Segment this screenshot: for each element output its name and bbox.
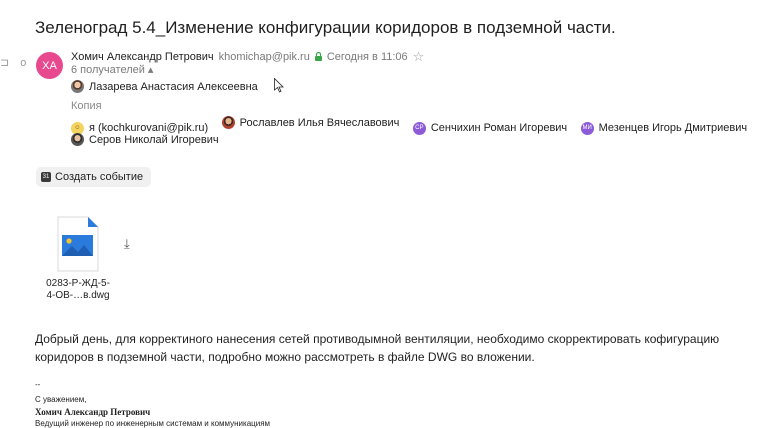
attachment-name-line1: 0283-Р-ЖД-5- <box>46 278 110 289</box>
recipient-chip[interactable]: Серов Николай Игоревич <box>71 133 219 146</box>
star-icon[interactable]: ☆ <box>413 49 425 65</box>
copy-label: Копия <box>71 100 102 112</box>
email-date: Сегодня в 11:06 <box>326 51 408 63</box>
create-event-button[interactable]: 31 Создать событие <box>36 167 152 187</box>
download-icon[interactable]: ⤓ <box>124 236 130 252</box>
sender-initials: ХА <box>42 59 57 72</box>
calendar-icon: 31 <box>41 172 51 182</box>
email-subject: Зеленоград 5.4_Изменение конфигурации ко… <box>35 18 616 37</box>
mouse-cursor-icon <box>274 77 284 98</box>
sender-name[interactable]: Хомич Александр Петрович <box>71 51 214 63</box>
cc-recipients: ☺ я (kochkurovani@pik.ru) Рославлев Илья… <box>71 116 756 135</box>
recipients-toggle[interactable]: 6 получателей ▴ <box>71 63 153 76</box>
sender-avatar[interactable]: ХА <box>36 52 63 79</box>
recipient-avatar <box>71 80 84 93</box>
recipient-name: Лазарева Анастасия Алексеевна <box>89 80 258 93</box>
lock-icon <box>314 51 322 63</box>
create-event-label: Создать событие <box>55 171 144 183</box>
recipient-avatar <box>71 133 84 146</box>
to-recipients: Лазарева Анастасия Алексеевна <box>71 80 267 98</box>
recipient-avatar: МИ <box>580 121 594 135</box>
recipient-name: Сенчихин Роман Игоревич <box>430 122 568 134</box>
attachment-name[interactable]: 0283-Р-ЖД-5- 4-ОВ-…в.dwg <box>44 278 112 302</box>
recipient-chip[interactable]: Лазарева Анастасия Алексеевна <box>71 80 258 93</box>
recipient-chip[interactable]: СР Сенчихин Роман Игоревич <box>412 121 568 135</box>
side-toggle-icon[interactable]: ⊐ o <box>0 56 30 69</box>
recipient-name: Серов Николай Игоревич <box>89 133 219 146</box>
signature-regards: С уважением, <box>35 395 87 404</box>
sender-email[interactable]: khomichap@pik.ru <box>219 51 310 63</box>
recipient-chip[interactable]: МИ Мезенцев Игорь Дмитриевич <box>580 121 748 135</box>
signature-position: Ведущий инженер по инженерным системам и… <box>35 419 271 428</box>
attachment-file-icon[interactable] <box>56 215 100 273</box>
attachment-name-line2: 4-ОВ-…в.dwg <box>46 290 110 301</box>
signature-dashes: -- <box>35 380 41 389</box>
recipient-chip[interactable]: Рославлев Илья Вячеславович <box>221 116 400 129</box>
cc-recipients-continued: Серов Николай Игоревич <box>71 133 228 151</box>
recipient-avatar: СР <box>412 121 426 135</box>
email-body: Добрый день, для корректиного нанесения … <box>35 332 720 364</box>
signature-name: Хомич Александр Петрович <box>35 407 151 417</box>
recipient-name: Мезенцев Игорь Дмитриевич <box>598 122 748 134</box>
recipient-avatar <box>221 116 235 129</box>
recipient-name: Рославлев Илья Вячеславович <box>239 116 400 129</box>
